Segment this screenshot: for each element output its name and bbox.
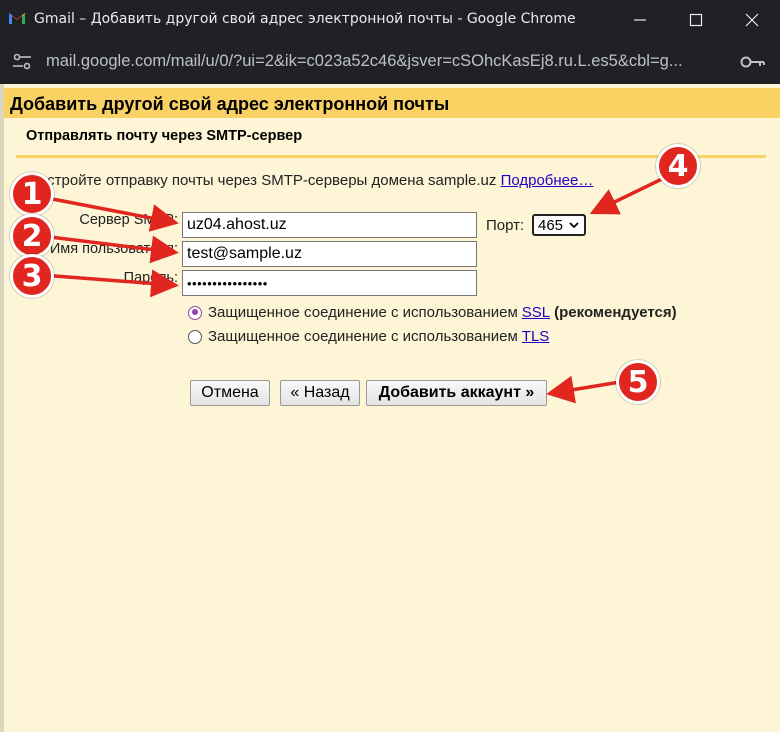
- username-input[interactable]: test@sample.uz: [182, 241, 477, 267]
- learn-more-link[interactable]: Подробнее…: [501, 172, 594, 189]
- dialog-page: Добавить другой свой адрес электронной п…: [0, 84, 780, 732]
- annotation-badge-2: 2: [10, 214, 54, 258]
- back-button[interactable]: « Назад: [280, 380, 360, 406]
- smtp-server-input[interactable]: uz04.ahost.uz: [182, 212, 477, 238]
- maximize-icon: [689, 13, 703, 27]
- annotation-badge-4: 4: [656, 144, 700, 188]
- chevron-down-icon: [569, 222, 579, 229]
- ssl-option[interactable]: Защищенное соединение с использованием S…: [188, 304, 677, 321]
- address-bar: mail.google.com/mail/u/0/?ui=2&ik=c023a5…: [0, 40, 780, 84]
- gmail-icon: [9, 13, 25, 24]
- window-title: Gmail – Добавить другой свой адрес элект…: [34, 11, 576, 27]
- cancel-button[interactable]: Отмена: [190, 380, 270, 406]
- close-icon: [745, 13, 759, 27]
- ssl-radio[interactable]: [188, 305, 202, 320]
- maximize-button[interactable]: [668, 0, 724, 40]
- page-header: Добавить другой свой адрес электронной п…: [4, 88, 780, 118]
- close-button[interactable]: [724, 0, 780, 40]
- arrow-5: [546, 375, 621, 404]
- annotation-badge-3: 3: [10, 254, 54, 298]
- window-titlebar: Gmail – Добавить другой свой адрес элект…: [0, 0, 780, 40]
- key-icon[interactable]: [740, 54, 766, 70]
- annotation-badge-5: 5: [616, 360, 660, 404]
- port-select[interactable]: 465: [532, 214, 586, 236]
- tls-radio[interactable]: [188, 329, 202, 344]
- intro-description: Настройте отправку почты через SMTP-серв…: [28, 172, 497, 189]
- arrow-4: [589, 176, 665, 215]
- site-info-icon[interactable]: [10, 51, 34, 73]
- url-field[interactable]: mail.google.com/mail/u/0/?ui=2&ik=c023a5…: [46, 52, 726, 71]
- page-title: Добавить другой свой адрес электронной п…: [10, 94, 450, 114]
- section-divider: [16, 155, 766, 158]
- port-value: 465: [538, 217, 564, 234]
- left-border: [0, 84, 4, 732]
- ssl-link[interactable]: SSL: [522, 304, 550, 321]
- tls-link[interactable]: TLS: [522, 328, 550, 345]
- tls-option[interactable]: Защищенное соединение с использованием T…: [188, 328, 549, 345]
- ssl-recommended: (рекомендуется): [554, 304, 677, 321]
- tls-option-text: Защищенное соединение с использованием: [208, 328, 518, 345]
- section-title: Отправлять почту через SMTP-сервер: [26, 128, 303, 144]
- annotation-badge-1: 1: [10, 172, 54, 216]
- add-account-button[interactable]: Добавить аккаунт »: [366, 380, 547, 406]
- port-label: Порт:: [486, 217, 525, 234]
- ssl-option-text: Защищенное соединение с использованием: [208, 304, 518, 321]
- password-input[interactable]: ••••••••••••••••: [182, 270, 477, 296]
- minimize-icon: [634, 19, 646, 21]
- intro-text: Настройте отправку почты через SMTP-серв…: [28, 172, 593, 189]
- minimize-button[interactable]: [612, 0, 668, 40]
